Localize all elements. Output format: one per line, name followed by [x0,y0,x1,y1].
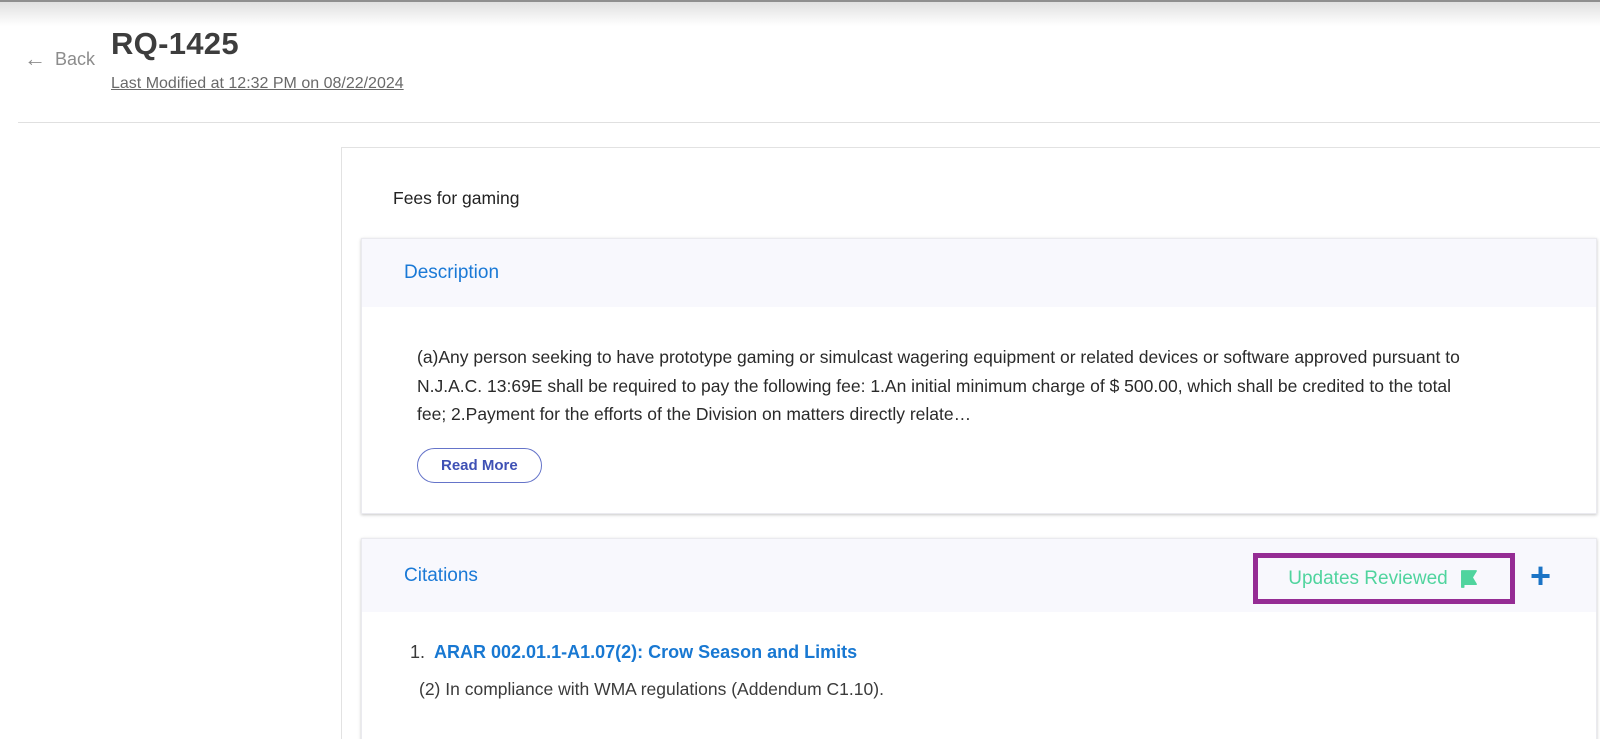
citations-list: 1. ARAR 002.01.1-A1.07(2): Crow Season an… [362,612,1596,700]
citation-number: 1. [410,642,425,662]
description-body: (a)Any person seeking to have prototype … [362,307,1596,483]
record-name: Fees for gaming [393,188,519,209]
back-arrow-icon: ← [24,48,46,70]
detail-card: Fees for gaming Description (a)Any perso… [341,147,1600,739]
flag-icon [1457,567,1480,590]
back-label: Back [55,49,95,70]
updates-reviewed-label: Updates Reviewed [1288,568,1447,590]
citation-detail: (2) In compliance with WMA regulations (… [419,679,1596,700]
citations-section: Citations Updates Reviewed + 1. ARAR 002.… [361,538,1597,739]
updates-reviewed-button[interactable]: Updates Reviewed [1253,553,1515,604]
description-section-title: Description [404,262,499,284]
description-section: Description (a)Any person seeking to hav… [361,238,1597,514]
last-modified-link[interactable]: Last Modified at 12:32 PM on 08/22/2024 [111,75,404,93]
page-title: RQ-1425 [111,26,239,62]
description-section-header: Description [362,239,1596,307]
back-button[interactable]: ← Back [24,48,95,70]
window-top-shade [0,0,1600,26]
description-text: (a)Any person seeking to have prototype … [417,343,1475,429]
citation-link[interactable]: ARAR 002.01.1-A1.07(2): Crow Season and … [434,642,857,662]
citations-section-title: Citations [404,565,478,587]
citations-section-header: Citations Updates Reviewed + [362,539,1596,612]
citation-item: 1. ARAR 002.01.1-A1.07(2): Crow Season an… [410,642,1596,663]
add-citation-button[interactable]: + [1530,539,1551,612]
header-divider [18,122,1600,123]
read-more-button[interactable]: Read More [417,448,542,483]
